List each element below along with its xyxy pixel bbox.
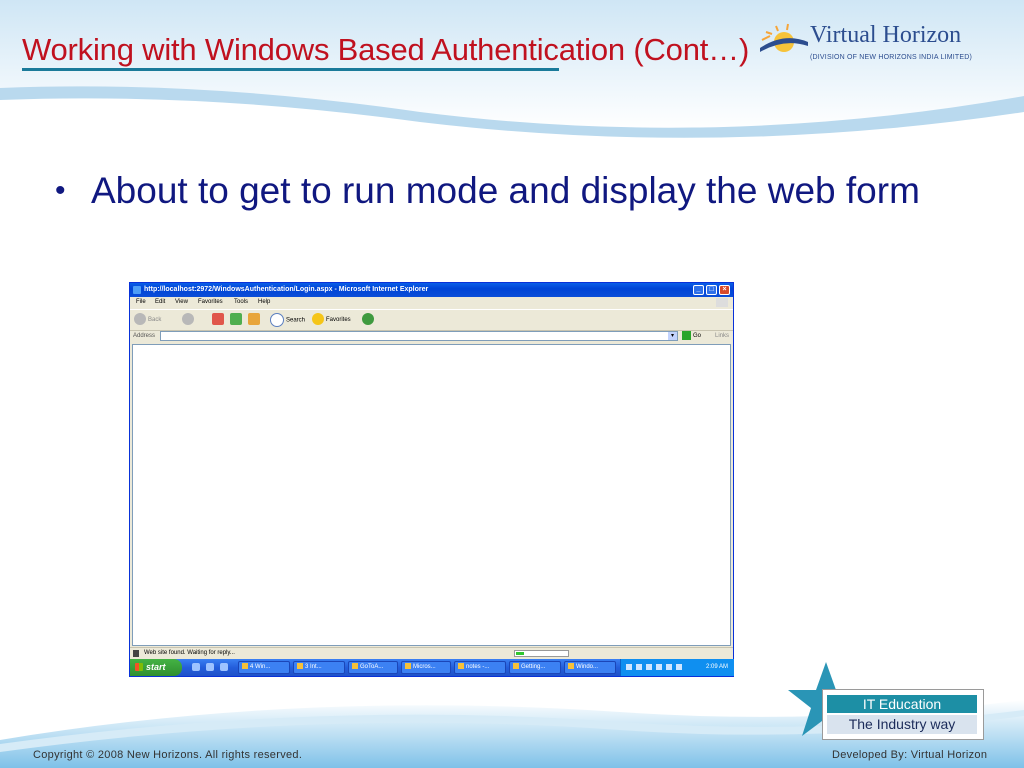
- stop-icon: [212, 313, 224, 326]
- ie-icon: [297, 663, 303, 670]
- forward-icon: [182, 313, 194, 326]
- taskbar-item[interactable]: Getting...: [509, 661, 561, 674]
- taskbar-item[interactable]: Windo...: [564, 661, 616, 674]
- logo-subtitle: (DIVISION OF NEW HORIZONS INDIA LIMITED): [810, 54, 973, 61]
- menu-favorites[interactable]: Favorites: [198, 297, 223, 308]
- ie-page-content: [132, 344, 731, 646]
- search-button[interactable]: Search: [270, 313, 305, 328]
- windows-logo-icon: [716, 298, 728, 307]
- it-education-badge: IT Education The Industry way: [822, 689, 984, 740]
- quicklaunch-media-icon[interactable]: [220, 663, 228, 671]
- tray-icon[interactable]: [636, 664, 642, 670]
- menu-help[interactable]: Help: [258, 297, 270, 308]
- progress-bar: [514, 650, 569, 657]
- app-icon: [405, 663, 411, 670]
- bullet-text: About to get to run mode and display the…: [91, 170, 920, 211]
- clock: 2:09 AM: [705, 664, 728, 670]
- links-button[interactable]: Links: [715, 330, 729, 343]
- back-button[interactable]: Back: [134, 313, 161, 327]
- bullet-dot: •: [55, 174, 66, 207]
- refresh-button[interactable]: [230, 313, 244, 327]
- menu-view[interactable]: View: [175, 297, 188, 308]
- menu-tools[interactable]: Tools: [234, 297, 248, 308]
- taskbar-item[interactable]: notes -...: [454, 661, 506, 674]
- forward-button[interactable]: [182, 313, 196, 327]
- history-icon: [362, 313, 374, 326]
- history-button[interactable]: [362, 313, 376, 327]
- go-arrow-icon: [682, 330, 691, 340]
- quicklaunch-ie-icon[interactable]: [206, 663, 214, 671]
- star-icon: [312, 313, 324, 326]
- ie-title-bar[interactable]: http://localhost:2972/WindowsAuthenticat…: [130, 283, 733, 297]
- stop-button[interactable]: [212, 313, 226, 327]
- go-button[interactable]: Go: [682, 330, 701, 343]
- status-text: Web site found. Waiting for reply...: [144, 650, 235, 656]
- hourglass-icon: [133, 650, 139, 657]
- address-input[interactable]: [160, 331, 678, 341]
- system-tray: 2:09 AM: [620, 659, 734, 676]
- logo-name: Virtual Horizon: [810, 22, 962, 48]
- badge-line1: IT Education: [827, 695, 977, 713]
- quicklaunch-desktop-icon[interactable]: [192, 663, 200, 671]
- menu-file[interactable]: File: [136, 297, 146, 308]
- taskbar-item[interactable]: 4 Win...: [238, 661, 290, 674]
- notepad-icon: [458, 663, 464, 670]
- tray-icon[interactable]: [626, 664, 632, 670]
- tray-icon[interactable]: [666, 664, 672, 670]
- taskbar-item[interactable]: GoToA...: [348, 661, 398, 674]
- tray-icon[interactable]: [656, 664, 662, 670]
- back-icon: [134, 313, 146, 326]
- chevron-down-icon[interactable]: ▾: [668, 332, 677, 340]
- title-underline: [22, 68, 559, 71]
- taskbar-item[interactable]: 3 Int...: [293, 661, 345, 674]
- tray-icon[interactable]: [646, 664, 652, 670]
- tray-icon[interactable]: [676, 664, 682, 670]
- app-icon: [513, 663, 519, 670]
- menu-edit[interactable]: Edit: [155, 297, 165, 308]
- taskbar-item[interactable]: Micros...: [401, 661, 451, 674]
- slide-title: Working with Windows Based Authenticatio…: [22, 32, 750, 67]
- slide: Working with Windows Based Authenticatio…: [0, 0, 1024, 768]
- app-icon: [568, 663, 574, 670]
- ie-window: http://localhost:2972/WindowsAuthenticat…: [129, 282, 734, 677]
- start-button[interactable]: start: [130, 659, 182, 676]
- ie-title-text: http://localhost:2972/WindowsAuthenticat…: [144, 286, 429, 293]
- refresh-icon: [230, 313, 242, 326]
- footer-developer: Developed By: Virtual Horizon: [832, 749, 988, 761]
- windows-flag-icon: [135, 663, 143, 671]
- gotoassist-icon: [352, 663, 358, 670]
- maximize-button[interactable]: □: [706, 285, 717, 295]
- ie-status-bar: Web site found. Waiting for reply...: [130, 647, 733, 659]
- home-button[interactable]: [248, 313, 262, 327]
- favorites-button[interactable]: Favorites: [312, 313, 351, 327]
- badge-line2: The Industry way: [827, 715, 977, 734]
- footer-copyright: Copyright © 2008 New Horizons. All right…: [33, 749, 303, 761]
- minimize-button[interactable]: _: [693, 285, 704, 295]
- ie-menu-bar: File Edit View Favorites Tools Help: [130, 297, 733, 308]
- home-icon: [248, 313, 260, 326]
- sun-horizon-icon: [760, 23, 808, 52]
- virtual-horizon-logo: Virtual Horizon (DIVISION OF NEW HORIZON…: [758, 18, 993, 70]
- progress-fill: [516, 652, 524, 655]
- folder-icon: [242, 663, 248, 670]
- ie-icon: [133, 286, 141, 294]
- ie-toolbar: Back Search Favorites: [130, 309, 733, 331]
- windows-taskbar: start 4 Win... 3 Int... GoToA... Micros.…: [130, 659, 734, 676]
- close-button[interactable]: ×: [719, 285, 730, 295]
- ie-address-bar: Address ▾ Go Links: [130, 330, 733, 343]
- search-icon: [270, 313, 284, 327]
- address-label: Address: [133, 333, 156, 339]
